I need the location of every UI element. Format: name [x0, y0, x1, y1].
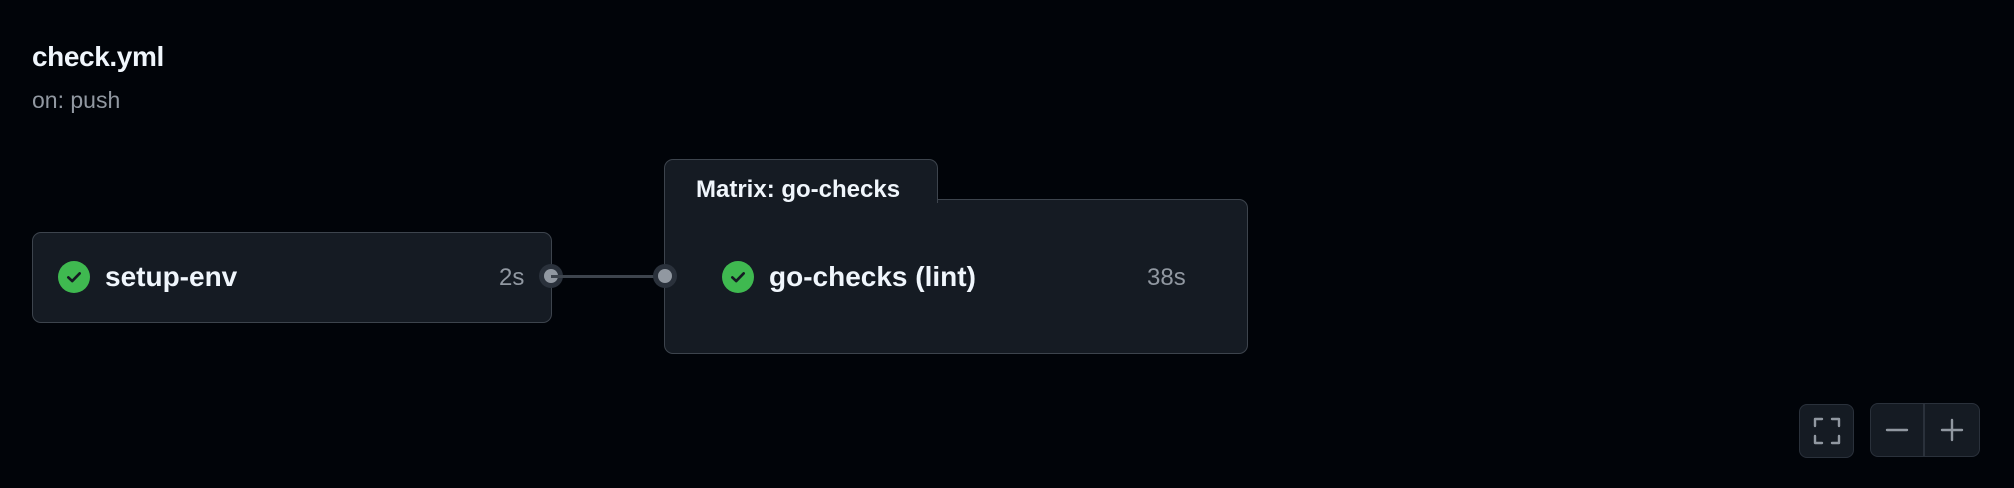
- workflow-title: check.yml: [32, 41, 164, 72]
- input-port: [658, 269, 672, 283]
- workflow-trigger: on: push: [32, 87, 121, 113]
- fullscreen-icon: [1812, 416, 1842, 446]
- plus-icon: [1939, 417, 1965, 443]
- zoom-in-button[interactable]: [1925, 404, 1979, 456]
- fullscreen-button[interactable]: [1799, 404, 1854, 458]
- zoom-out-button[interactable]: [1871, 404, 1923, 456]
- job-duration: 2s: [499, 264, 525, 291]
- job-edge: [551, 275, 665, 278]
- job-duration: 38s: [1147, 264, 1186, 291]
- matrix-label: Matrix: go-checks: [696, 176, 901, 203]
- minus-icon: [1884, 417, 1910, 443]
- job-row-go-checks-lint[interactable]: go-checks (lint): [722, 261, 976, 293]
- check-circle-icon: [722, 261, 754, 293]
- job-row-setup-env: setup-env: [58, 261, 237, 293]
- job-name: go-checks (lint): [769, 261, 976, 292]
- check-circle-icon: [58, 261, 90, 293]
- job-name: setup-env: [105, 261, 238, 292]
